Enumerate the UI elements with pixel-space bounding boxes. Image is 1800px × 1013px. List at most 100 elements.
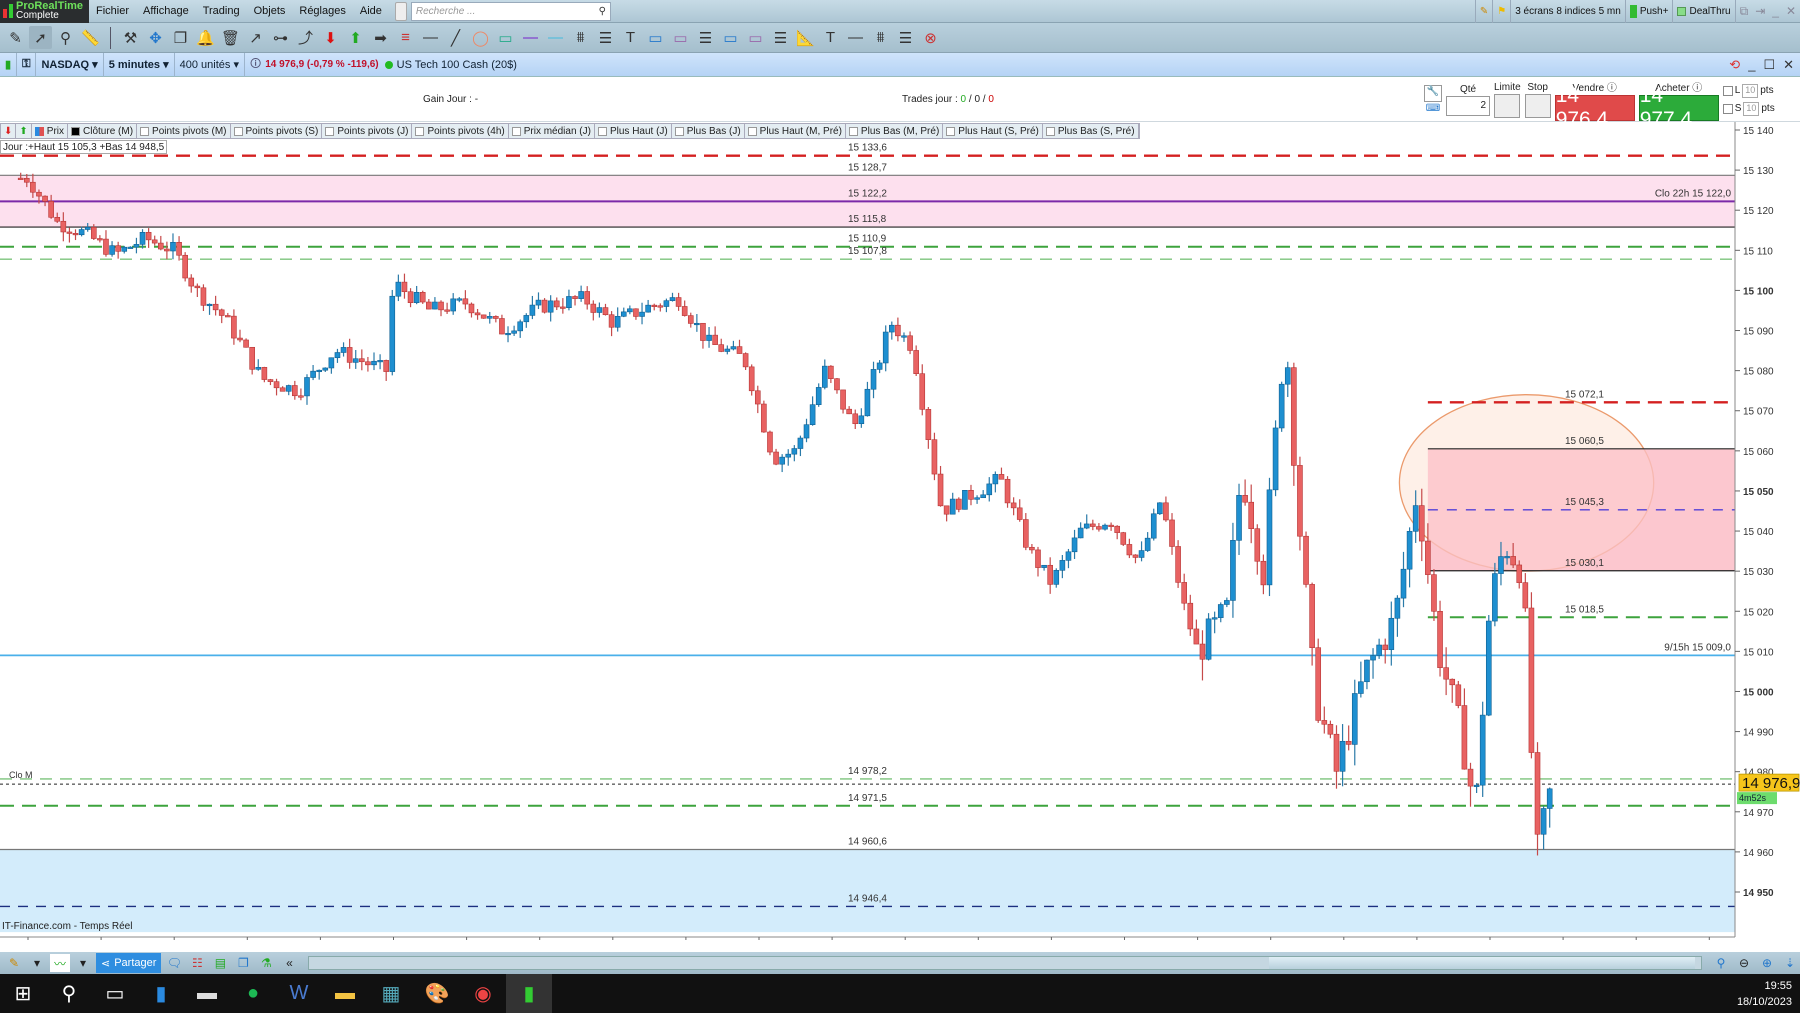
fib-levels-2-icon[interactable]: ☰ xyxy=(769,26,792,49)
up-arrow-icon[interactable]: ⬆ xyxy=(344,26,367,49)
flag-icon[interactable]: ⚑ xyxy=(1492,0,1510,23)
indicator-toggle[interactable]: Plus Bas (M, Pré) xyxy=(846,124,944,138)
alert-bell-icon[interactable]: 🔔 xyxy=(194,26,217,49)
chrome-icon[interactable]: ◉ xyxy=(460,974,506,1013)
menu-affichage[interactable]: Affichage xyxy=(136,5,196,17)
segment-icon[interactable]: ⊶ xyxy=(269,26,292,49)
word-icon[interactable]: W xyxy=(276,974,322,1013)
chart-minimize-icon[interactable]: _ xyxy=(1748,57,1755,73)
sell-button[interactable]: 14 976,4 xyxy=(1554,84,1635,131)
polyline-icon[interactable]: ⤴ xyxy=(294,26,317,49)
zoom-icon[interactable]: ⚲ xyxy=(54,26,77,49)
cursor-icon[interactable]: ➚ xyxy=(29,26,52,49)
collapse-icon[interactable]: « xyxy=(279,954,299,972)
minimize-icon[interactable]: _ xyxy=(1772,4,1779,18)
trash-icon[interactable]: 🗑 xyxy=(219,26,242,49)
rect-purple-icon[interactable]: ▭ xyxy=(669,26,692,49)
chart-close-icon[interactable]: ✕ xyxy=(1783,57,1794,73)
comment-icon[interactable]: 🗨 xyxy=(164,954,184,972)
indicator-checkbox[interactable] xyxy=(71,126,81,136)
purple-line-icon[interactable]: — xyxy=(519,26,542,49)
indicator-checkbox[interactable] xyxy=(34,126,44,136)
close-icon[interactable]: ✕ xyxy=(1786,4,1796,18)
indicator-toggle[interactable]: Points pivots (J) xyxy=(322,124,413,138)
task-view-icon[interactable]: ▭ xyxy=(92,974,138,1013)
limit-pts-input[interactable]: 10 xyxy=(1742,83,1759,98)
indicator-checkbox[interactable] xyxy=(674,126,684,136)
chart-maximize-icon[interactable]: ☐ xyxy=(1763,57,1775,73)
fibonacci-icon[interactable]: ⩩ xyxy=(569,26,592,49)
qty-input[interactable]: 2 xyxy=(1446,95,1490,116)
channel-icon[interactable]: ≡ xyxy=(394,26,417,49)
detach-icon[interactable]: ⧉ xyxy=(1740,4,1749,19)
fib-levels-icon[interactable]: ☰ xyxy=(694,26,717,49)
horizontal-scrollbar[interactable] xyxy=(308,956,1702,970)
scrollbar-thumb[interactable] xyxy=(1269,957,1695,969)
menu-reglages[interactable]: Réglages xyxy=(292,5,352,17)
measure-icon[interactable]: 📐 xyxy=(794,26,817,49)
down-arrow-icon[interactable]: ⬇ xyxy=(319,26,342,49)
prorealtime-taskbar-icon[interactable]: ▮ xyxy=(506,974,552,1013)
settings-wrench-icon[interactable]: 🔧 xyxy=(1424,85,1442,102)
search-input[interactable]: Recherche ... ⚲ xyxy=(410,1,611,21)
tools-icon[interactable]: ⚒ xyxy=(119,26,142,49)
limit-checkbox[interactable] xyxy=(1722,85,1733,96)
zoom-fit-icon[interactable]: ⚲ xyxy=(1711,954,1731,972)
buy-button[interactable]: 14 977,4 xyxy=(1638,84,1719,131)
indicator-toggle[interactable]: Plus Haut (S, Pré) xyxy=(943,124,1043,138)
indicator-checkbox[interactable] xyxy=(747,126,757,136)
scroll-to-end-icon[interactable]: ⇣ xyxy=(1780,954,1800,972)
remove-indicator-icon[interactable]: ⬇ xyxy=(1,124,17,138)
file-explorer-icon[interactable]: ▬ xyxy=(322,974,368,1013)
keyboard-icon[interactable]: ⌨ xyxy=(1426,103,1440,114)
stop-pts-input[interactable]: 10 xyxy=(1743,101,1760,116)
screens-info[interactable]: 3 écrans 8 indices 5 mn xyxy=(1510,0,1625,23)
indicator-checkbox[interactable] xyxy=(511,126,521,136)
copy-icon[interactable]: ❐ xyxy=(169,26,192,49)
rectangle-icon[interactable]: ▭ xyxy=(494,26,517,49)
menu-objets[interactable]: Objets xyxy=(247,5,293,17)
trend-line-icon[interactable]: ╱ xyxy=(444,26,467,49)
zoom-out-icon[interactable]: ⊖ xyxy=(1734,954,1754,972)
indicator-chart-icon[interactable]: 〰 xyxy=(50,954,70,972)
limit-order-button[interactable] xyxy=(1494,93,1521,118)
price-chart[interactable]: 15 133,6 15 128,7 15 122,2 Clo 22h 15 122,0… xyxy=(0,122,1800,940)
indicator-toggle[interactable]: Prix xyxy=(32,124,69,138)
refresh-icon[interactable]: ⟲ xyxy=(1729,57,1740,73)
indicator-checkbox[interactable] xyxy=(946,126,956,136)
search-icon[interactable]: ⚲ xyxy=(599,6,606,17)
right-arrow-icon[interactable]: ➡ xyxy=(369,26,392,49)
menu-fichier[interactable]: Fichier xyxy=(89,5,136,17)
text-box-icon[interactable]: T xyxy=(819,26,842,49)
windows-icon[interactable]: ❐ xyxy=(233,954,253,972)
dropdown-arrow-2[interactable]: ▾ xyxy=(73,954,93,972)
info-icon[interactable]: 🛈 xyxy=(250,55,261,74)
share-button[interactable]: ⋖ Partager xyxy=(96,953,162,973)
delete-all-icon[interactable]: ⊗ xyxy=(919,26,942,49)
cyan-line-icon[interactable]: — xyxy=(544,26,567,49)
fib-fan-icon[interactable]: ☰ xyxy=(594,26,617,49)
dropdown-arrow[interactable]: ▾ xyxy=(27,954,47,972)
drawing-tools-icon-2[interactable]: ✎ xyxy=(4,954,24,972)
indicator-toggle[interactable]: Plus Bas (S, Pré) xyxy=(1043,124,1139,138)
indicator-checkbox[interactable] xyxy=(848,126,858,136)
rect-blue-2-icon[interactable]: ▭ xyxy=(719,26,742,49)
indicator-toggle[interactable]: Points pivots (M) xyxy=(137,124,231,138)
taskbar-search-icon[interactable]: ⚲ xyxy=(46,974,92,1013)
app-drive-icon[interactable]: ▬ xyxy=(184,974,230,1013)
dealthru-button[interactable]: DealThru xyxy=(1672,0,1734,23)
indicator-checkbox[interactable] xyxy=(140,126,150,136)
indicator-checkbox[interactable] xyxy=(325,126,335,136)
rect-purple-2-icon[interactable]: ▭ xyxy=(744,26,767,49)
paint-icon[interactable]: 🎨 xyxy=(414,974,460,1013)
indicator-toggle[interactable]: Prix médian (J) xyxy=(509,124,595,138)
add-indicator-icon[interactable]: ⬆ xyxy=(16,124,32,138)
rect-blue-icon[interactable]: ▭ xyxy=(644,26,667,49)
indicator-toggle[interactable]: Plus Haut (J) xyxy=(595,124,672,138)
fib-ext-icon[interactable]: ⩩ xyxy=(869,26,892,49)
list-icon[interactable]: ☷ xyxy=(187,954,207,972)
indicator-toggle[interactable]: Plus Haut (M, Pré) xyxy=(745,124,846,138)
spotify-icon[interactable]: ● xyxy=(230,974,276,1013)
indicator-toggle[interactable]: Points pivots (4h) xyxy=(412,124,509,138)
instrument-select[interactable]: NASDAQ ▾ xyxy=(36,52,104,77)
